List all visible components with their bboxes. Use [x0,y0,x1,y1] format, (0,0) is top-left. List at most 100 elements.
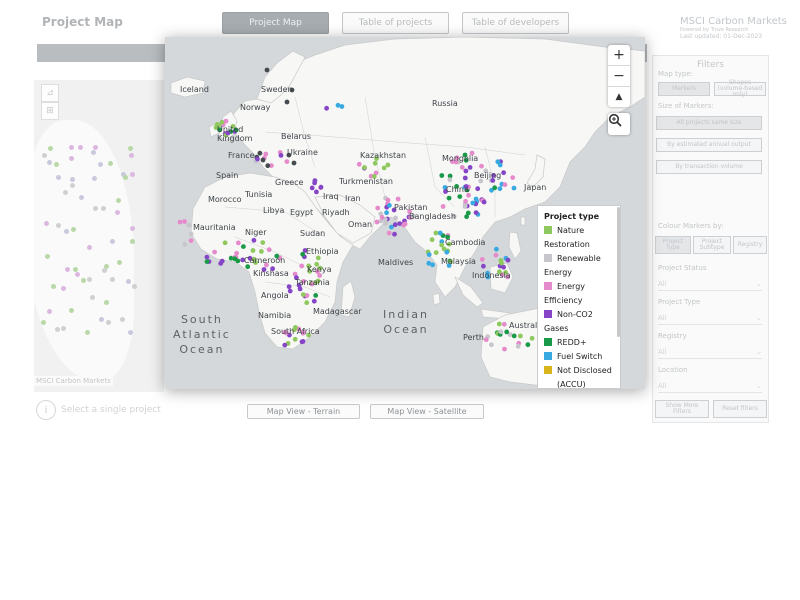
project-marker[interactable] [324,105,329,111]
project-marker[interactable] [299,339,305,345]
project-marker[interactable] [483,337,489,343]
project-marker[interactable] [251,237,257,243]
project-marker[interactable] [465,210,471,216]
show-more-filters-button[interactable]: Show More Filters [655,400,709,418]
project-marker[interactable] [392,231,397,237]
project-marker[interactable] [437,230,443,236]
compass-button[interactable]: ▲ [608,87,630,107]
map-type-shapes[interactable]: Shapes (volume-based only) [714,80,766,98]
project-marker[interactable] [212,249,217,255]
map-view-terrain-button[interactable]: Map View - Terrain [247,404,360,419]
project-marker[interactable] [501,321,507,327]
legend-item[interactable]: Not Disclosed [544,364,614,378]
project-marker[interactable] [515,343,521,349]
project-marker[interactable] [188,231,194,237]
zoom-in-button[interactable]: + [608,45,630,66]
project-marker[interactable] [494,246,499,252]
project-marker[interactable] [250,248,256,253]
project-marker[interactable] [446,195,452,201]
project-marker[interactable] [511,333,517,339]
project-marker[interactable] [297,286,303,292]
project-marker[interactable] [286,284,292,290]
project-marker[interactable] [470,200,476,206]
tab-project-map[interactable]: Project Map [222,12,329,34]
project-marker[interactable] [223,118,229,124]
project-marker[interactable] [292,336,298,342]
project-marker[interactable] [496,321,502,327]
project-marker[interactable] [479,163,484,169]
colour-project-type[interactable]: Project Type [655,236,691,254]
tab-table-of-projects[interactable]: Table of projects [342,12,449,34]
project-marker[interactable] [255,156,260,162]
project-marker[interactable] [426,252,432,257]
project-marker[interactable] [493,252,499,258]
project-marker[interactable] [266,247,272,253]
legend-item[interactable]: Renewable Energy [544,252,614,280]
project-status-select[interactable]: All ⌄ [658,277,762,291]
project-marker[interactable] [314,189,319,195]
project-marker[interactable] [236,240,241,246]
zoom-search-button[interactable] [608,113,630,135]
project-marker[interactable] [218,261,224,266]
project-marker[interactable] [362,165,367,170]
project-marker[interactable] [473,210,479,216]
legend-scrollbar[interactable] [617,207,620,337]
project-marker[interactable] [264,67,270,73]
project-marker[interactable] [387,203,392,208]
project-type-select[interactable]: All ⌄ [658,311,762,325]
project-marker[interactable] [300,292,306,297]
project-marker[interactable] [463,198,468,204]
project-marker[interactable] [385,197,391,203]
project-marker[interactable] [232,256,238,262]
project-marker[interactable] [257,150,263,156]
project-marker[interactable] [284,159,290,164]
project-marker[interactable] [462,175,468,181]
project-marker[interactable] [433,230,439,236]
project-marker[interactable] [278,153,284,158]
project-marker[interactable] [304,300,310,306]
project-marker[interactable] [529,335,535,341]
size-annual-output-button[interactable]: By estimated annual output [656,138,762,152]
project-marker[interactable] [457,194,463,200]
draw-tool-icon[interactable]: ⊿ [41,84,59,102]
project-marker[interactable] [479,257,485,262]
project-marker[interactable] [259,249,264,254]
project-marker[interactable] [381,165,387,171]
project-marker[interactable] [265,163,271,169]
project-marker[interactable] [475,186,481,192]
project-marker[interactable] [309,185,315,191]
project-marker[interactable] [374,219,380,225]
project-marker[interactable] [459,165,465,170]
size-same-button[interactable]: All projects same size [656,116,762,130]
project-marker[interactable] [392,222,398,228]
reset-filters-button[interactable]: Reset filters [713,400,767,418]
project-marker[interactable] [489,342,494,348]
project-marker[interactable] [241,244,246,250]
project-marker[interactable] [439,173,445,178]
project-marker[interactable] [395,196,401,202]
project-marker[interactable] [300,251,306,257]
project-marker[interactable] [282,342,288,348]
project-marker[interactable] [497,186,503,192]
project-marker[interactable] [177,219,183,225]
project-marker[interactable] [312,180,317,186]
project-marker[interactable] [429,237,435,243]
project-marker[interactable] [260,240,266,246]
project-marker[interactable] [291,160,297,166]
project-marker[interactable] [393,215,398,221]
legend-item[interactable]: (ACCU) [544,378,614,388]
colour-registry[interactable]: Registry [733,236,767,254]
location-select[interactable]: All ⌄ [658,379,762,393]
project-marker[interactable] [284,99,290,105]
legend-item[interactable]: Nature Restoration [544,224,614,252]
project-marker[interactable] [510,175,516,181]
project-marker[interactable] [447,177,453,183]
project-marker[interactable] [313,293,319,298]
size-transaction-volume-button[interactable]: By transaction volume [656,160,762,174]
project-marker[interactable] [467,165,473,170]
project-marker[interactable] [518,333,523,339]
project-marker[interactable] [505,257,511,263]
project-marker[interactable] [440,204,446,209]
project-marker[interactable] [481,199,487,205]
project-marker[interactable] [186,222,192,228]
